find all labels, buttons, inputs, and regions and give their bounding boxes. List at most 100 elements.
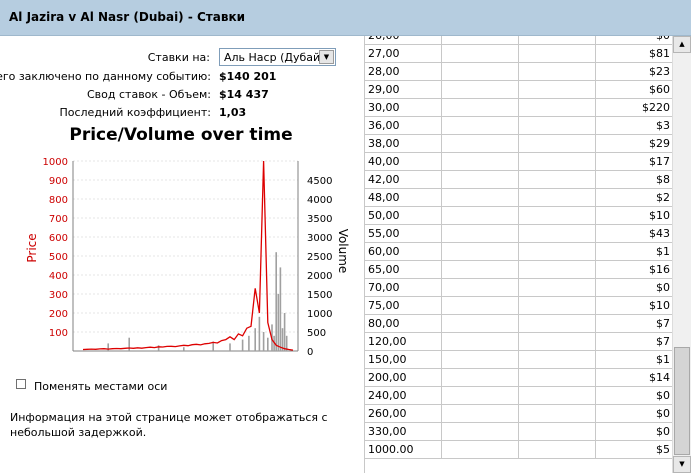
empty-cell [442, 99, 519, 117]
table-scrollbar[interactable]: ▲ ▼ [672, 36, 691, 473]
price-axis-label: Price [25, 233, 39, 262]
table-row: 27,00 $81 [365, 45, 672, 63]
empty-cell [519, 117, 596, 135]
amount-cell: $2 [596, 189, 672, 207]
table-row: 42,00 $8 [365, 171, 672, 189]
volume-axis-label: Volume [336, 229, 350, 274]
odds-cell: 240,00 [365, 387, 442, 405]
empty-cell [442, 279, 519, 297]
empty-cell [519, 423, 596, 441]
amount-cell: $0 [596, 423, 672, 441]
chevron-down-icon[interactable]: ▼ [319, 50, 334, 64]
table-row: 330,00 $0 [365, 423, 672, 441]
empty-cell [519, 171, 596, 189]
amount-cell: $0 [596, 279, 672, 297]
amount-cell: $7 [596, 333, 672, 351]
volume-bar [279, 267, 282, 351]
empty-cell [519, 45, 596, 63]
volume-bar [258, 316, 261, 351]
price-tick-label: 1000 [43, 157, 68, 168]
empty-cell [442, 81, 519, 99]
odds-cell: 29,00 [365, 81, 442, 99]
empty-cell [519, 153, 596, 171]
volume-bar [107, 343, 109, 351]
odds-cell: 38,00 [365, 135, 442, 153]
left-panel: Ставки на: Аль Наср (Дубай) ▼ Всего закл… [0, 36, 362, 473]
table-row: 40,00 $17 [365, 153, 672, 171]
table-row: 50,00 $10 [365, 207, 672, 225]
amount-cell: $0 [596, 387, 672, 405]
empty-cell [519, 243, 596, 261]
scroll-thumb[interactable] [674, 347, 690, 455]
empty-cell [519, 81, 596, 99]
table-row: 65,00 $16 [365, 261, 672, 279]
volume-bar [283, 313, 286, 351]
table-row: 150,00 $1 [365, 351, 672, 369]
empty-cell [442, 153, 519, 171]
empty-cell [442, 117, 519, 135]
table-row: 26,00 $0 [365, 36, 672, 45]
swap-axes-checkbox[interactable] [16, 379, 26, 389]
title-bar: Al Jazira v Al Nasr (Dubai) - Ставки [0, 0, 691, 36]
volume-bar [254, 328, 256, 351]
amount-cell: $0 [596, 36, 672, 45]
empty-cell [519, 387, 596, 405]
empty-cell [442, 63, 519, 81]
bets-on-select[interactable]: Аль Наср (Дубай) ▼ [219, 48, 336, 66]
odds-cell: 70,00 [365, 279, 442, 297]
amount-cell: $8 [596, 171, 672, 189]
volume-bar [241, 339, 244, 351]
amount-cell: $5 [596, 441, 672, 459]
empty-cell [442, 387, 519, 405]
price-volume-chart: Price Volume 100 200 300 400 500 600 700 800 900… [25, 157, 350, 358]
table-row: 48,00 $2 [365, 189, 672, 207]
price-tick-label: 400 [49, 271, 68, 282]
amount-cell: $3 [596, 117, 672, 135]
empty-cell [519, 225, 596, 243]
empty-cell [519, 405, 596, 423]
price-tick-label: 600 [49, 233, 68, 244]
amount-cell: $81 [596, 45, 672, 63]
odds-cell: 80,00 [365, 315, 442, 333]
empty-cell [442, 225, 519, 243]
odds-cell: 48,00 [365, 189, 442, 207]
scroll-down-icon[interactable]: ▼ [673, 456, 691, 473]
amount-cell: $1 [596, 243, 672, 261]
swap-axes-label: Поменять местами оси [34, 380, 168, 393]
amount-cell: $14 [596, 369, 672, 387]
total-matched-value: $140 201 [219, 70, 277, 83]
odds-cell: 200,00 [365, 369, 442, 387]
table-row: 200,00 $14 [365, 369, 672, 387]
empty-cell [442, 45, 519, 63]
scroll-up-icon[interactable]: ▲ [673, 36, 691, 53]
empty-cell [519, 189, 596, 207]
volume-bar [267, 337, 269, 351]
table-row: 36,00 $3 [365, 117, 672, 135]
odds-cell: 27,00 [365, 45, 442, 63]
table-row: 29,00 $60 [365, 81, 672, 99]
table-row: 260,00 $0 [365, 405, 672, 423]
volume-bar [183, 347, 185, 351]
odds-cell: 150,00 [365, 351, 442, 369]
empty-cell [442, 243, 519, 261]
amount-cell: $220 [596, 99, 672, 117]
volume-tick-label: 3500 [307, 214, 332, 225]
amount-cell: $10 [596, 207, 672, 225]
table-row: 55,00 $43 [365, 225, 672, 243]
chart-title: Price/Volume over time [69, 125, 293, 145]
volume-bar [275, 252, 277, 351]
empty-cell [442, 261, 519, 279]
amount-cell: $0 [596, 405, 672, 423]
empty-cell [519, 207, 596, 225]
odds-cell: 26,00 [365, 36, 442, 45]
volume-tick-label: 1500 [307, 290, 332, 301]
table-row: 70,00 $0 [365, 279, 672, 297]
amount-cell: $17 [596, 153, 672, 171]
empty-cell [442, 405, 519, 423]
odds-cell: 42,00 [365, 171, 442, 189]
empty-cell [442, 369, 519, 387]
empty-cell [442, 297, 519, 315]
last-odds-label: Последний коэффициент: [59, 106, 211, 119]
volume-tick-label: 2000 [307, 271, 332, 282]
price-tick-label: 900 [49, 176, 68, 187]
